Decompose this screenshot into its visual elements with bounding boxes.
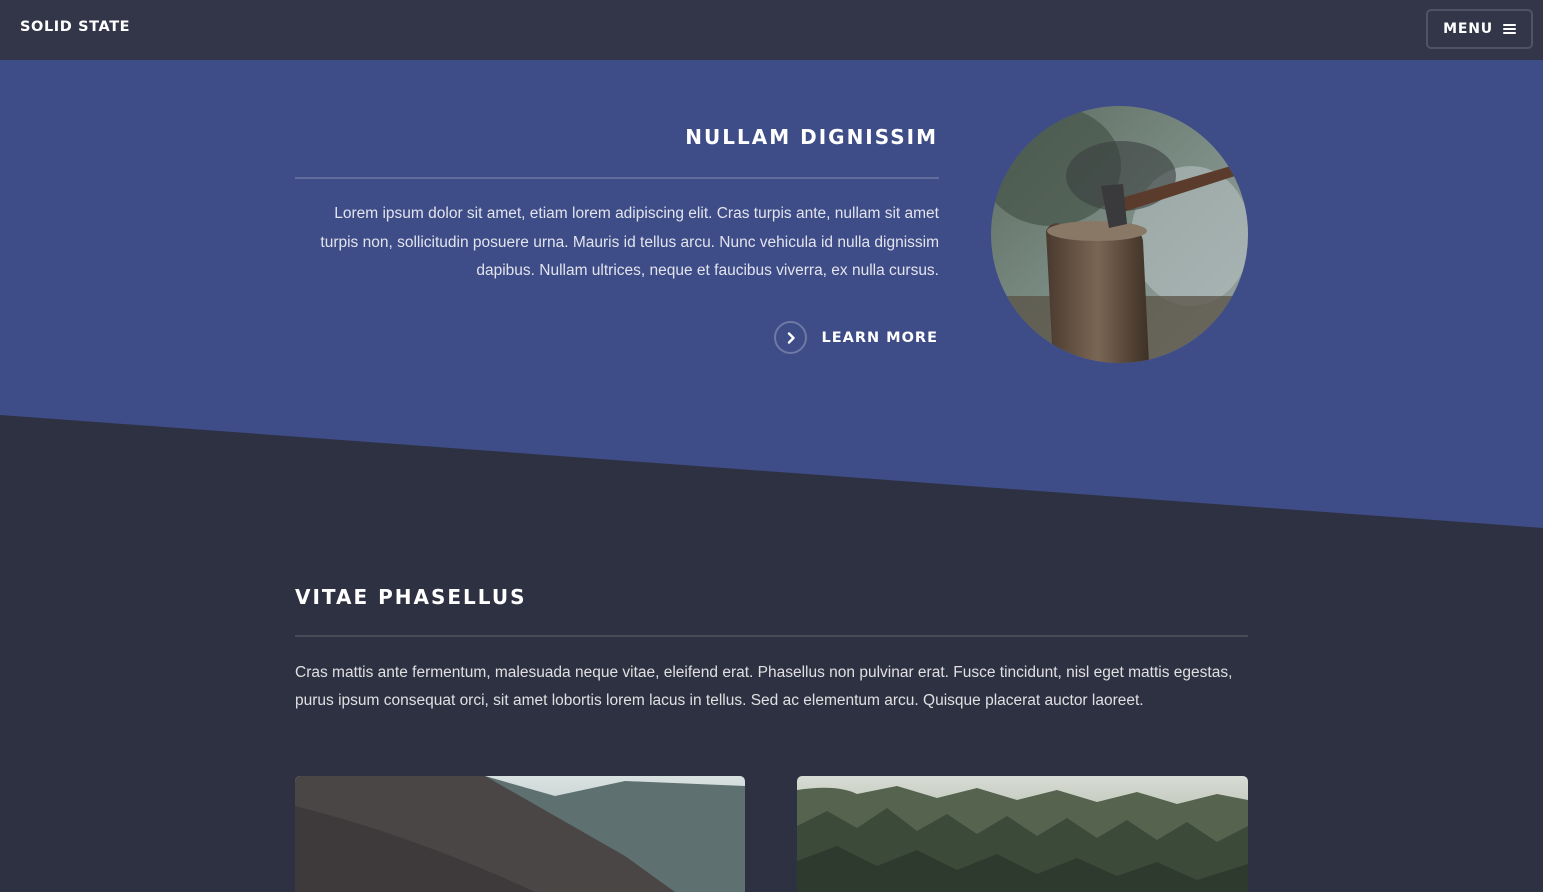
menu-button[interactable]: MENU bbox=[1426, 9, 1533, 49]
learn-more-label: LEARN MORE bbox=[821, 329, 938, 346]
hamburger-icon bbox=[1502, 23, 1516, 35]
section-divider bbox=[295, 635, 1248, 637]
brand-logo-text[interactable]: SOLID STATE bbox=[20, 19, 130, 35]
spotlight-text: Lorem ipsum dolor sit amet, etiam lorem … bbox=[320, 205, 939, 279]
mountain-card-image[interactable] bbox=[295, 776, 745, 892]
top-header: SOLID STATE MENU bbox=[0, 0, 1543, 60]
axe-stump-photo bbox=[991, 106, 1248, 363]
spotlight-title: NULLAM DIGNISSIM bbox=[685, 125, 938, 149]
spotlight-divider bbox=[295, 177, 939, 179]
forest-card-image[interactable] bbox=[797, 776, 1248, 892]
section-title: VITAE PHASELLUS bbox=[295, 585, 527, 609]
menu-button-label: MENU bbox=[1443, 21, 1493, 37]
learn-more-link[interactable]: LEARN MORE bbox=[774, 321, 938, 354]
chevron-right-icon bbox=[774, 321, 808, 354]
section-text: Cras mattis ante fermentum, malesuada ne… bbox=[295, 664, 1233, 709]
